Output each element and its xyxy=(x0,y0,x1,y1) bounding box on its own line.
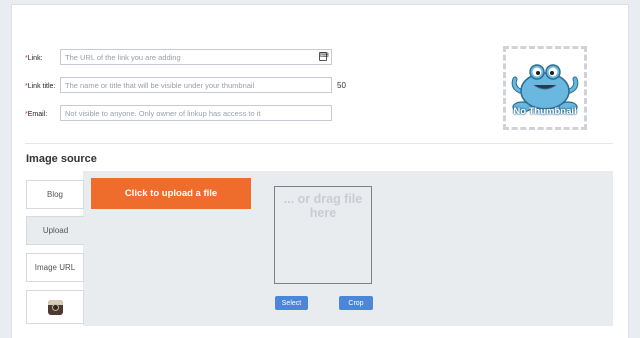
email-label: *Email: xyxy=(25,111,48,118)
file-dropzone[interactable]: ... or drag file here xyxy=(274,186,372,284)
tab-image-url[interactable]: Image URL xyxy=(26,253,84,282)
character-counter: 50 xyxy=(337,81,346,90)
upload-file-button[interactable]: Click to upload a file xyxy=(91,178,251,209)
keyboard-icon[interactable]: ⌨ xyxy=(319,52,329,61)
crop-button[interactable]: Crop xyxy=(339,296,373,310)
image-source-title: Image source xyxy=(26,153,97,165)
no-thumbnail-label: No Thumbnail xyxy=(513,106,577,117)
email-input[interactable]: Not visible to anyone. Only owner of lin… xyxy=(60,105,332,121)
drop-hint-text: ... or drag file here xyxy=(283,192,363,220)
link-input[interactable]: The URL of the link you are adding xyxy=(60,49,332,65)
instagram-icon xyxy=(47,299,63,315)
thumbnail-preview[interactable]: No Thumbnail xyxy=(503,46,587,130)
tab-instagram[interactable] xyxy=(26,290,84,324)
tab-blog[interactable]: Blog xyxy=(26,180,84,209)
select-button[interactable]: Select xyxy=(275,296,308,310)
link-title-label: *Link title: xyxy=(25,83,56,90)
section-divider xyxy=(25,143,613,144)
tab-upload[interactable]: Upload xyxy=(26,216,84,245)
link-label: *Link: xyxy=(25,55,43,62)
link-title-input[interactable]: The name or title that will be visible u… xyxy=(60,77,332,93)
